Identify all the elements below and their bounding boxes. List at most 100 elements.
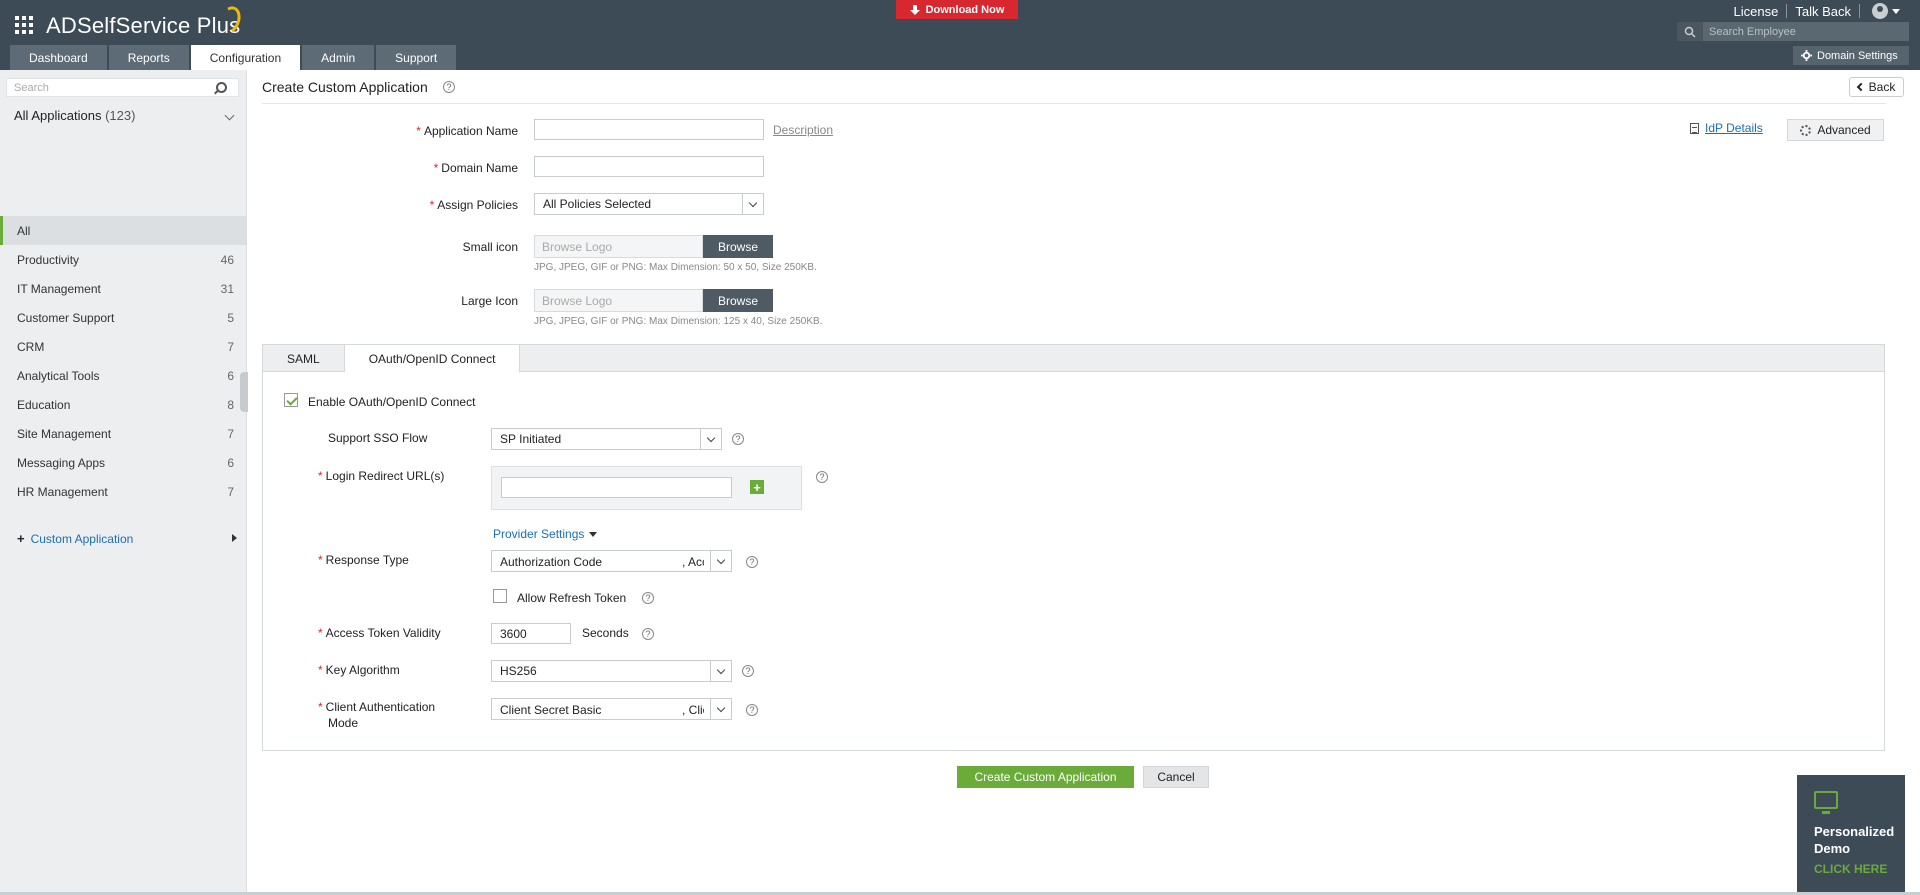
chevron-down-icon [710,699,731,719]
sidebar-item-count: 6 [227,455,234,470]
key-algorithm-value: HS256 [500,664,537,678]
small-icon-browse-button[interactable]: Browse [703,235,773,258]
gear-icon [1801,50,1812,61]
main-tabs: Dashboard Reports Configuration Admin Su… [10,45,458,70]
download-now-button[interactable]: Download Now [896,0,1018,19]
personalized-demo-widget[interactable]: Personalized Demo CLICK HERE [1797,775,1905,895]
help-icon[interactable]: ? [732,433,744,445]
token-validity-label: * Access Token Validity [318,626,441,640]
chevron-left-icon [1856,82,1865,92]
tab-admin[interactable]: Admin [302,45,375,70]
large-icon-label: Large Icon [461,294,518,308]
divider [262,103,1886,104]
sidebar-item-crm[interactable]: CRM 7 [0,332,246,361]
divider [1786,4,1788,18]
key-algorithm-label: * Key Algorithm [318,663,400,677]
sidebar-item-label: All [17,223,31,238]
assign-policies-select[interactable]: All Policies Selected [534,193,764,215]
sidebar-item-analytical-tools[interactable]: Analytical Tools 6 [0,361,246,390]
tab-dashboard[interactable]: Dashboard [10,45,107,70]
application-name-label: * Application Name [416,124,518,138]
sidebar-item-education[interactable]: Education 8 [0,390,246,419]
sidebar-collapse-handle[interactable] [240,372,248,412]
sidebar-item-label: IT Management [17,281,101,296]
demo-cta-link[interactable]: CLICK HERE [1814,862,1887,876]
search-icon[interactable] [1677,22,1703,41]
app-logo[interactable]: ADSelfService Plus [46,13,240,39]
sidebar-search-input[interactable] [7,81,212,94]
sidebar-search [6,78,239,97]
large-icon-browse-button[interactable]: Browse [703,289,773,312]
sso-flow-select[interactable]: SP Initiated [491,428,722,450]
key-algorithm-select[interactable]: HS256 [491,660,732,682]
protocol-tabs: SAML OAuth/OpenID Connect [263,345,1884,373]
help-icon[interactable]: ? [742,665,754,677]
tab-configuration[interactable]: Configuration [190,45,301,70]
help-icon[interactable]: ? [816,471,828,483]
large-icon-upload: Browse Logo Browse [534,289,773,312]
download-label: Download Now [925,3,1005,16]
small-icon-filename[interactable]: Browse Logo [534,235,703,258]
back-button[interactable]: Back [1849,77,1904,97]
domain-settings-button[interactable]: Domain Settings [1793,46,1909,65]
custom-application-link[interactable]: + Custom Application [17,531,237,546]
redirect-url-input[interactable] [501,477,732,498]
sidebar-item-label: Site Management [17,426,112,441]
protocol-panel: SAML OAuth/OpenID Connect [262,344,1885,751]
idp-details-label: IdP Details [1705,121,1763,135]
all-applications-dropdown[interactable]: All Applications (123) [14,108,135,123]
sidebar-item-site-management[interactable]: Site Management 7 [0,419,246,448]
large-icon-filename[interactable]: Browse Logo [534,289,703,312]
help-icon[interactable]: ? [746,704,758,716]
caret-down-icon [589,531,598,537]
provider-settings-label: Provider Settings [493,527,585,541]
all-applications-count: (123) [105,108,136,123]
description-link[interactable]: Description [773,123,833,137]
enable-oauth-checkbox[interactable] [284,393,298,407]
idp-details-link[interactable]: IdP Details [1690,121,1763,135]
client-auth-select[interactable]: Client Secret Basic , Clie [491,698,732,720]
top-header: ADSelfService Plus Download Now License … [0,0,1920,70]
small-icon-upload: Browse Logo Browse [534,235,773,258]
talk-back-link[interactable]: Talk Back [1795,4,1851,19]
help-icon[interactable]: ? [642,628,654,640]
sidebar-item-label: Customer Support [17,310,115,325]
sidebar-item-it-management[interactable]: IT Management 31 [0,274,246,303]
application-name-input[interactable] [534,119,764,140]
help-icon[interactable]: ? [746,556,758,568]
search-icon[interactable] [216,82,227,93]
create-custom-application-button[interactable]: Create Custom Application [957,766,1134,788]
allow-refresh-checkbox[interactable] [493,589,507,603]
chevron-right-icon [232,534,237,542]
help-icon[interactable]: ? [642,592,654,604]
help-icon[interactable]: ? [443,81,455,93]
domain-name-input[interactable] [534,156,764,177]
sidebar-item-label: Education [17,397,71,412]
user-avatar-icon[interactable] [1872,3,1888,19]
tab-oauth-openid[interactable]: OAuth/OpenID Connect [344,345,521,373]
tab-saml[interactable]: SAML [263,345,345,372]
license-link[interactable]: License [1734,4,1779,19]
cancel-button[interactable]: Cancel [1143,766,1209,788]
sidebar-item-messaging-apps[interactable]: Messaging Apps 6 [0,448,246,477]
chevron-down-icon[interactable] [1892,8,1900,14]
sidebar-item-hr-management[interactable]: HR Management 7 [0,477,246,506]
category-list: All Productivity 46 IT Management 31 Custo… [0,216,246,506]
search-employee-input[interactable] [1703,25,1903,38]
sidebar-item-all[interactable]: All [0,216,246,245]
response-type-value-more: , Acc [682,555,704,569]
all-applications-label: All Applications [14,108,102,123]
advanced-button[interactable]: Advanced [1787,119,1884,141]
response-type-select[interactable]: Authorization Code , Acc [491,550,732,572]
token-validity-input[interactable] [491,623,571,644]
domain-name-label: * Domain Name [433,161,518,175]
tab-reports[interactable]: Reports [108,45,189,70]
sidebar-item-count: 8 [227,397,234,412]
add-url-button[interactable]: + [750,480,764,494]
tab-support[interactable]: Support [376,45,457,70]
provider-settings-toggle[interactable]: Provider Settings [493,527,598,541]
app-launcher-icon[interactable] [15,16,33,34]
chevron-down-icon[interactable] [224,110,235,121]
sidebar-item-productivity[interactable]: Productivity 46 [0,245,246,274]
sidebar-item-customer-support[interactable]: Customer Support 5 [0,303,246,332]
